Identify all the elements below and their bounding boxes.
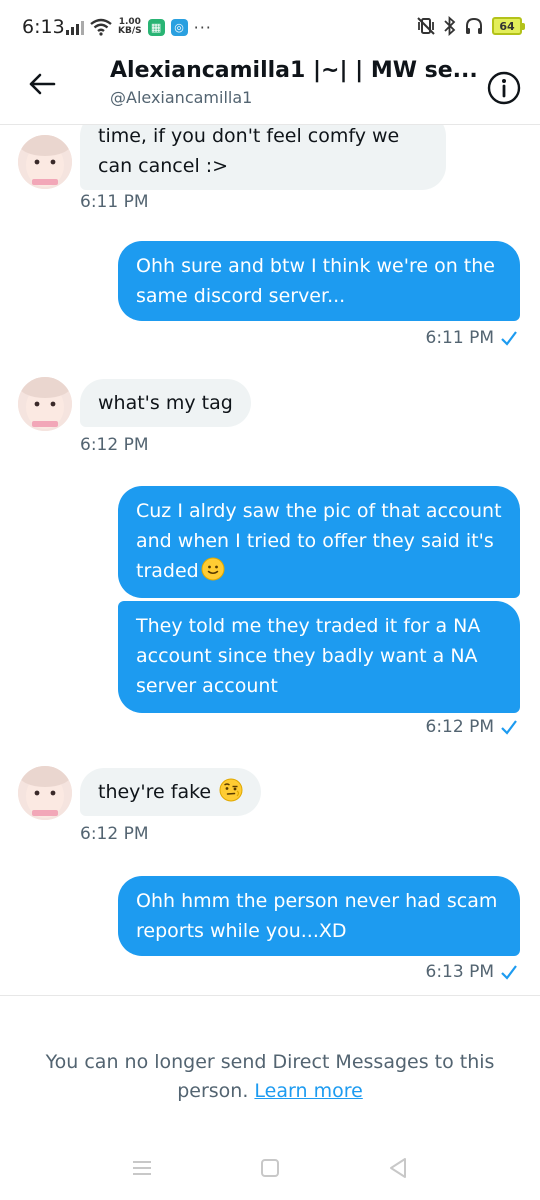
message-text: Cuz I alrdy saw the pic of that account … xyxy=(136,500,502,582)
timestamp-text: 6:12 PM xyxy=(425,717,495,737)
headphones-icon xyxy=(466,17,482,34)
battery-icon: 64 xyxy=(492,17,525,35)
conversation-handle: @Alexiancamilla1 xyxy=(110,88,253,107)
message-bubble-outgoing[interactable]: Cuz I alrdy saw the pic of that account … xyxy=(118,486,520,598)
signal-icon xyxy=(66,19,84,35)
status-left-icons: 1.00 KB/S ▦ ◎ ··· xyxy=(66,16,212,38)
message-text: Ohh hmm the person never had scam report… xyxy=(136,890,498,942)
message-text: They told me they traded it for a NA acc… xyxy=(136,615,481,697)
read-check-icon xyxy=(501,720,517,735)
learn-more-link[interactable]: Learn more xyxy=(254,1080,362,1102)
message-bubble-incoming[interactable]: they're fake xyxy=(80,768,262,816)
app-notification-icon: ▦ xyxy=(147,18,165,36)
message-line: can cancel :> xyxy=(98,155,229,177)
conversation-title[interactable]: Alexiancamilla1 |~| | MW se... xyxy=(110,58,480,83)
message-text: what's my tag xyxy=(98,392,233,414)
message-timestamp: 6:12 PM xyxy=(80,435,149,455)
read-check-icon xyxy=(501,331,517,346)
message-bubble-incoming[interactable]: time, if you don't feel comfy we can can… xyxy=(80,125,446,190)
dm-disabled-notice: You can no longer send Direct Messages t… xyxy=(0,995,540,1105)
message-list[interactable]: time, if you don't feel comfy we can can… xyxy=(0,125,540,995)
conversation-header: Alexiancamilla1 |~| | MW se... @Alexianc… xyxy=(0,56,540,122)
back-button[interactable] xyxy=(24,66,60,102)
avatar[interactable] xyxy=(18,135,72,189)
status-right-icons: 64 xyxy=(416,16,525,36)
network-speed: 1.00 KB/S xyxy=(118,18,142,36)
status-bar: 6:13 1.00 KB/S ▦ ◎ ··· 64 xyxy=(0,0,540,56)
status-time: 6:13 xyxy=(22,16,65,38)
message-timestamp: 6:11 PM xyxy=(80,192,149,212)
message-timestamp: 6:12 PM xyxy=(80,824,149,844)
bluetooth-icon xyxy=(444,16,456,36)
avatar[interactable] xyxy=(18,377,72,431)
message-bubble-outgoing[interactable]: Ohh sure and btw I think we're on the sa… xyxy=(118,241,520,321)
message-timestamp: 6:12 PM xyxy=(426,717,519,737)
timestamp-text: 6:13 PM xyxy=(425,962,495,982)
app-notification-icon: ◎ xyxy=(170,18,188,36)
avatar-image xyxy=(18,135,72,189)
message-text: they're fake xyxy=(98,781,218,803)
home-nav-icon[interactable] xyxy=(258,1156,282,1180)
message-timestamp: 6:11 PM xyxy=(426,328,519,348)
info-icon[interactable] xyxy=(486,70,522,106)
message-timestamp: 6:13 PM xyxy=(426,962,519,982)
message-line: time, if you don't feel comfy we xyxy=(98,125,400,147)
message-bubble-incoming[interactable]: what's my tag xyxy=(80,379,251,427)
more-notifications-icon: ··· xyxy=(193,17,212,37)
wifi-icon xyxy=(90,18,112,36)
avatar[interactable] xyxy=(18,766,72,820)
timestamp-text: 6:11 PM xyxy=(425,328,495,348)
message-bubble-outgoing[interactable]: Ohh hmm the person never had scam report… xyxy=(118,876,520,956)
slightly-smiling-face-icon xyxy=(201,557,225,581)
back-nav-icon[interactable] xyxy=(386,1156,410,1180)
avatar-image xyxy=(18,766,72,820)
face-with-raised-eyebrow-icon xyxy=(219,778,243,802)
avatar-image xyxy=(18,377,72,431)
message-bubble-outgoing[interactable]: They told me they traded it for a NA acc… xyxy=(118,601,520,713)
system-nav-bar xyxy=(0,1140,540,1200)
menu-nav-icon[interactable] xyxy=(130,1156,154,1180)
speed-unit: KB/S xyxy=(118,26,142,36)
message-text: Ohh sure and btw I think we're on the sa… xyxy=(136,255,495,307)
back-arrow-icon xyxy=(29,73,56,95)
vibrate-icon xyxy=(417,17,435,35)
read-check-icon xyxy=(501,965,517,980)
